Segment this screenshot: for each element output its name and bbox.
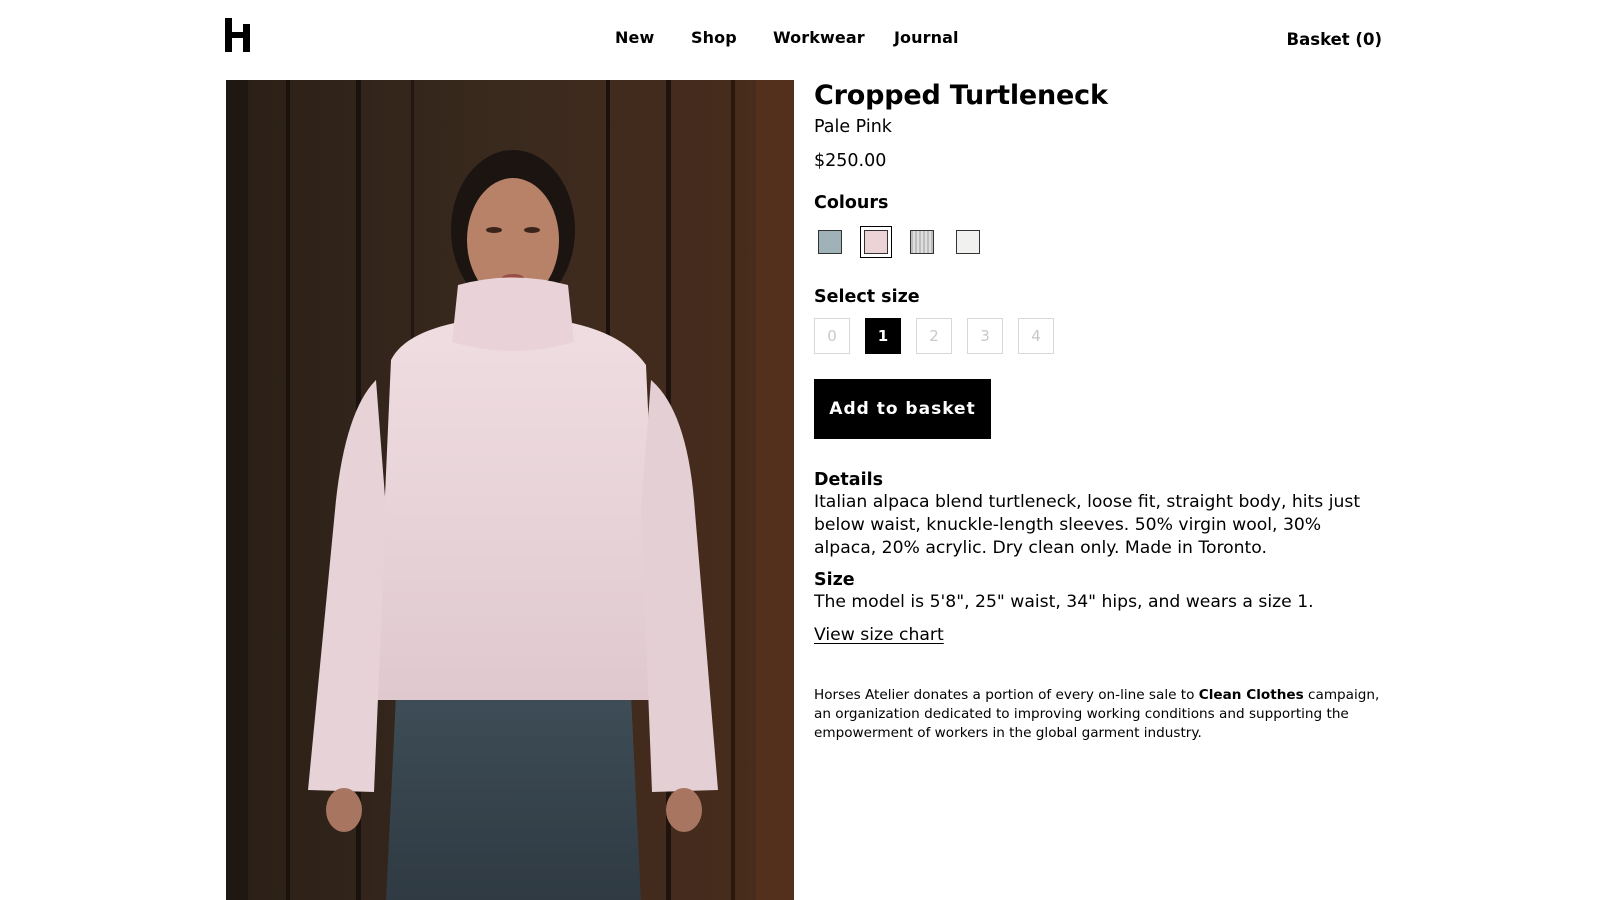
model-photo-illustration [226, 80, 794, 900]
colour-swatch-slate-blue[interactable] [814, 226, 846, 258]
size-info-heading: Size [814, 570, 855, 590]
size-chart-link[interactable]: View size chart [814, 623, 944, 647]
details-text: Italian alpaca blend turtleneck, loose f… [814, 492, 1361, 558]
size-option-1[interactable]: 1 [865, 318, 901, 354]
add-to-basket-button[interactable]: Add to basket [814, 379, 991, 439]
donation-note: Horses Atelier donates a portion of ever… [814, 686, 1384, 743]
size-info-text: The model is 5'8", 25" waist, 34" hips, … [814, 592, 1314, 612]
product-price: $250.00 [814, 151, 887, 171]
product-title: Cropped Turtleneck [814, 80, 1108, 111]
size-option-3[interactable]: 3 [967, 318, 1003, 354]
swatch-chip [818, 230, 842, 254]
size-option-2[interactable]: 2 [916, 318, 952, 354]
size-selector: 0 1 2 3 4 [814, 318, 1384, 354]
nav-item-shop[interactable]: Shop [691, 28, 737, 47]
brand-logo[interactable] [225, 18, 251, 52]
product-image [226, 80, 794, 900]
colours-heading: Colours [814, 193, 889, 213]
basket-link[interactable]: Basket (0) [1287, 30, 1382, 49]
donation-campaign-name: Clean Clothes [1198, 687, 1304, 703]
nav-item-new[interactable]: New [615, 28, 654, 47]
select-size-heading: Select size [814, 287, 920, 307]
swatch-chip [956, 230, 980, 254]
size-option-0[interactable]: 0 [814, 318, 850, 354]
swatch-chip [864, 230, 888, 254]
nav-item-journal[interactable]: Journal [894, 28, 959, 47]
swatch-chip [910, 230, 934, 254]
colour-swatches [814, 226, 1384, 258]
size-option-4[interactable]: 4 [1018, 318, 1054, 354]
details-heading: Details [814, 470, 883, 490]
product-colour-name: Pale Pink [814, 117, 892, 137]
colour-swatch-ivory[interactable] [952, 226, 984, 258]
colour-swatch-grey-stripe[interactable] [906, 226, 938, 258]
logo-mark-icon [225, 18, 250, 52]
nav-item-workwear[interactable]: Workwear [773, 28, 865, 47]
colour-swatch-pale-pink[interactable] [860, 226, 892, 258]
product-info: Cropped Turtleneck Pale Pink $250.00 Col… [814, 78, 1384, 743]
donation-text-before: Horses Atelier donates a portion of ever… [814, 687, 1199, 703]
